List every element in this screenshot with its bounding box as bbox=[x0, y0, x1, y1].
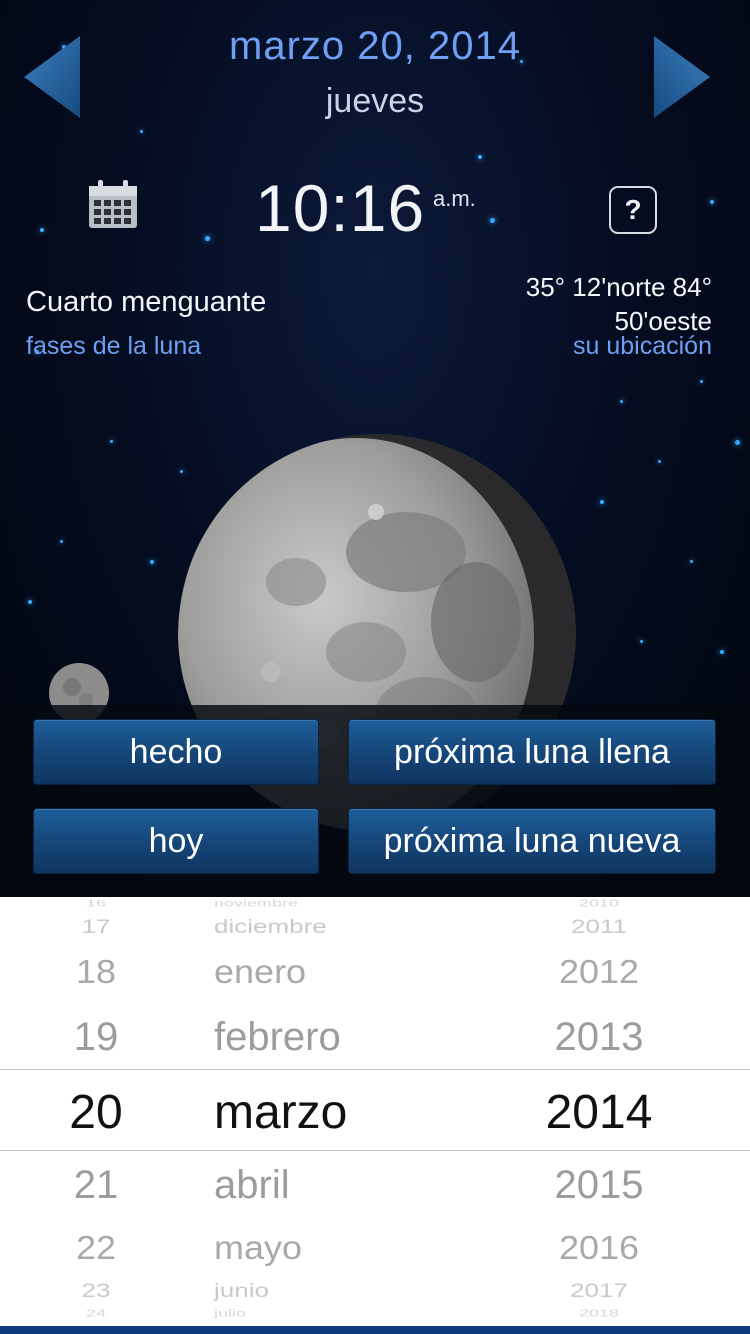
star bbox=[700, 380, 703, 383]
help-button[interactable]: ? bbox=[609, 186, 657, 234]
picker-item[interactable]: diciembre bbox=[214, 915, 327, 938]
star bbox=[490, 218, 495, 223]
picker-item[interactable]: 2012 bbox=[484, 953, 714, 992]
today-button[interactable]: hoy bbox=[33, 808, 319, 874]
picker-item[interactable]: 2016 bbox=[484, 1229, 714, 1268]
next-new-moon-button[interactable]: próxima luna nueva bbox=[348, 808, 716, 874]
picker-item[interactable]: 2013 bbox=[484, 1015, 714, 1060]
location-coordinates: 35° 12'norte 84° 50'oeste bbox=[412, 270, 712, 338]
star bbox=[640, 640, 643, 643]
date-picker: 16 17 18 19 20 21 22 23 24 noviembre diciembre ene… bbox=[0, 897, 750, 1326]
star bbox=[620, 400, 623, 403]
picker-item[interactable]: mayo bbox=[214, 1229, 302, 1268]
picker-item[interactable]: 2015 bbox=[484, 1163, 714, 1208]
weekday-label: jueves bbox=[325, 82, 425, 120]
picker-item[interactable]: julio bbox=[214, 1308, 246, 1320]
star bbox=[205, 236, 210, 241]
star bbox=[40, 228, 44, 232]
star bbox=[735, 440, 740, 445]
picker-item[interactable]: junio bbox=[214, 1279, 269, 1302]
done-button[interactable]: hecho bbox=[33, 719, 319, 785]
picker-item[interactable]: 18 bbox=[36, 953, 156, 992]
moon-phase-name: Cuarto menguante bbox=[26, 286, 267, 318]
picker-item[interactable]: febrero bbox=[214, 1015, 341, 1060]
day-wheel[interactable]: 16 17 18 19 20 21 22 23 24 bbox=[36, 897, 156, 1326]
picker-item[interactable]: 2011 bbox=[484, 915, 714, 938]
star bbox=[28, 600, 32, 604]
picker-item[interactable]: 17 bbox=[36, 915, 156, 938]
moon-phases-link[interactable]: fases de la luna bbox=[26, 332, 201, 361]
picker-item[interactable]: 2010 bbox=[484, 898, 714, 910]
picker-item[interactable]: 22 bbox=[36, 1229, 156, 1268]
star bbox=[150, 560, 154, 564]
picker-item[interactable]: enero bbox=[214, 953, 306, 992]
picker-item[interactable]: 21 bbox=[36, 1163, 156, 1208]
star bbox=[60, 540, 63, 543]
picker-item[interactable]: 19 bbox=[36, 1015, 156, 1060]
star bbox=[720, 650, 724, 654]
picker-item[interactable]: 16 bbox=[36, 898, 156, 910]
star bbox=[690, 560, 693, 563]
star bbox=[658, 460, 661, 463]
clock-ampm: a.m. bbox=[433, 186, 476, 211]
next-day-arrow-icon[interactable] bbox=[652, 34, 712, 120]
year-wheel[interactable]: 2010 2011 2012 2013 2014 2015 2016 2017 2018 bbox=[484, 897, 714, 1326]
calendar-icon[interactable] bbox=[86, 178, 140, 232]
star bbox=[600, 500, 604, 504]
coords-line-1: 35° 12'norte 84° bbox=[525, 272, 712, 302]
picker-item[interactable]: abril bbox=[214, 1163, 290, 1208]
date-title: marzo 20, 2014 bbox=[229, 24, 521, 68]
next-full-moon-button[interactable]: próxima luna llena bbox=[348, 719, 716, 785]
picker-item[interactable]: 23 bbox=[36, 1279, 156, 1302]
picker-item[interactable]: noviembre bbox=[214, 898, 298, 910]
your-location-link[interactable]: su ubicación bbox=[573, 332, 712, 361]
picker-item[interactable]: 2018 bbox=[484, 1308, 714, 1320]
picker-item[interactable]: 24 bbox=[36, 1308, 156, 1320]
bottom-bar bbox=[0, 1326, 750, 1334]
picker-selected-item[interactable]: 2014 bbox=[484, 1085, 714, 1140]
picker-selected-item[interactable]: 20 bbox=[36, 1085, 156, 1140]
clock-time: 10:16 bbox=[255, 171, 426, 245]
picker-item[interactable]: 2017 bbox=[484, 1279, 714, 1302]
star bbox=[140, 130, 143, 133]
month-wheel[interactable]: noviembre diciembre enero febrero marzo abril… bbox=[200, 897, 460, 1326]
star bbox=[710, 200, 714, 204]
star bbox=[478, 155, 482, 159]
star bbox=[110, 440, 113, 443]
picker-selected-item[interactable]: marzo bbox=[214, 1085, 347, 1140]
